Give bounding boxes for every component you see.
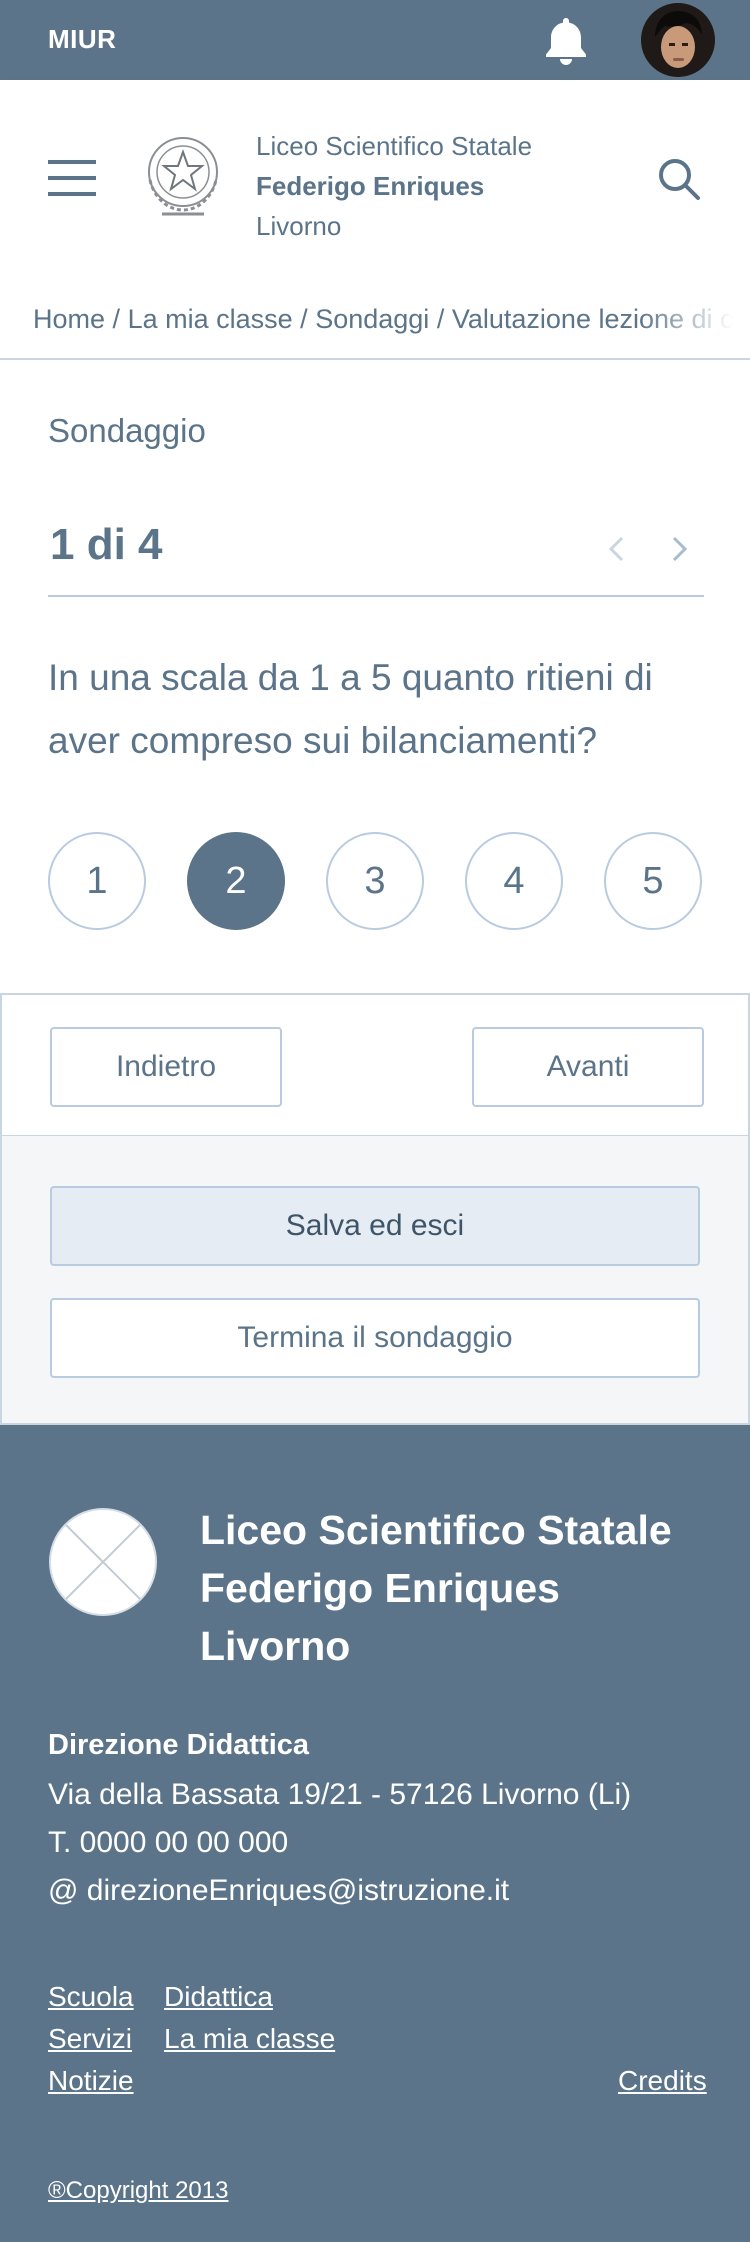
breadcrumb-separator: / bbox=[112, 304, 121, 334]
breadcrumb-class[interactable]: La mia classe bbox=[128, 304, 293, 334]
chevron-left-icon[interactable] bbox=[604, 532, 628, 566]
school-name: Liceo Scientifico Statale Federigo Enriq… bbox=[256, 126, 532, 246]
chevron-right-icon[interactable] bbox=[668, 532, 692, 566]
direction-title: Direzione Didattica bbox=[48, 1729, 310, 1761]
next-button[interactable]: Avanti bbox=[472, 1027, 704, 1107]
survey-label: Sondaggio bbox=[48, 412, 206, 449]
rating-option-5[interactable]: 5 bbox=[604, 832, 702, 930]
breadcrumb-fade bbox=[640, 280, 750, 358]
back-button[interactable]: Indietro bbox=[50, 1027, 282, 1107]
site-header: Liceo Scientifico Statale Federigo Enriq… bbox=[0, 80, 750, 280]
footer-school-name: Liceo Scientifico Statale Federigo Enriq… bbox=[200, 1501, 672, 1675]
rating-option-1[interactable]: 1 bbox=[48, 832, 146, 930]
actions-panel: Salva ed esci Termina il sondaggio bbox=[0, 1136, 750, 1425]
save-and-exit-button[interactable]: Salva ed esci bbox=[50, 1186, 700, 1266]
brand-label: MIUR bbox=[48, 24, 117, 54]
bell-icon[interactable] bbox=[540, 14, 592, 68]
phone: T. 0000 00 00 000 bbox=[48, 1826, 289, 1859]
republic-emblem-icon bbox=[148, 137, 218, 216]
email[interactable]: @ direzioneEnriques@istruzione.it bbox=[48, 1867, 631, 1915]
counter-divider bbox=[48, 595, 704, 597]
navigation-panel: Indietro Avanti bbox=[0, 993, 750, 1137]
rating-option-4[interactable]: 4 bbox=[465, 832, 563, 930]
end-survey-button[interactable]: Termina il sondaggio bbox=[50, 1298, 700, 1378]
survey-question: In una scala da 1 a 5 quanto ritieni di … bbox=[48, 657, 653, 761]
site-footer: Liceo Scientifico Statale Federigo Enriq… bbox=[0, 1425, 750, 2242]
breadcrumb-separator: / bbox=[436, 304, 445, 334]
footer-link-servizi[interactable]: Servizi bbox=[48, 2023, 132, 2055]
footer-link-credits[interactable]: Credits bbox=[618, 2065, 707, 2097]
footer-link-mia-classe[interactable]: La mia classe bbox=[164, 2023, 335, 2055]
school-name-line3: Livorno bbox=[256, 211, 342, 241]
contact-info: Via della Bassata 19/21 - 57126 Livorno … bbox=[48, 1771, 631, 1915]
address: Via della Bassata 19/21 - 57126 Livorno … bbox=[48, 1778, 632, 1811]
copyright[interactable]: ®Copyright 2013 bbox=[48, 2177, 228, 2205]
breadcrumb-separator: / bbox=[300, 304, 308, 334]
footer-link-didattica[interactable]: Didattica bbox=[164, 1981, 273, 2013]
school-name-line1: Liceo Scientifico Statale bbox=[256, 131, 533, 161]
footer-school-line1: Liceo Scientifico Statale bbox=[200, 1507, 672, 1553]
breadcrumb-surveys[interactable]: Sondaggi bbox=[315, 304, 429, 334]
hamburger-menu-icon[interactable] bbox=[48, 158, 96, 198]
logo-placeholder-icon bbox=[49, 1508, 157, 1616]
footer-link-scuola[interactable]: Scuola bbox=[48, 1981, 134, 2013]
rating-scale: 1 2 3 4 5 bbox=[48, 832, 704, 932]
footer-school-line2: Federigo Enriques bbox=[200, 1565, 560, 1611]
rating-option-3[interactable]: 3 bbox=[326, 832, 424, 930]
school-name-line2: Federigo Enriques bbox=[256, 171, 485, 201]
rating-option-2-selected[interactable]: 2 bbox=[187, 832, 285, 930]
footer-link-notizie[interactable]: Notizie bbox=[48, 2065, 134, 2097]
top-bar: MIUR bbox=[0, 0, 750, 80]
breadcrumb-home[interactable]: Home bbox=[33, 304, 105, 334]
avatar[interactable] bbox=[641, 3, 715, 77]
question-counter: 1 di 4 bbox=[50, 520, 163, 569]
footer-school-line3: Livorno bbox=[200, 1623, 351, 1669]
breadcrumb-trail: Home / La mia classe / Sondaggi / Valuta… bbox=[33, 304, 734, 335]
search-icon[interactable] bbox=[656, 156, 702, 202]
breadcrumb: Home / La mia classe / Sondaggi / Valuta… bbox=[0, 280, 750, 360]
